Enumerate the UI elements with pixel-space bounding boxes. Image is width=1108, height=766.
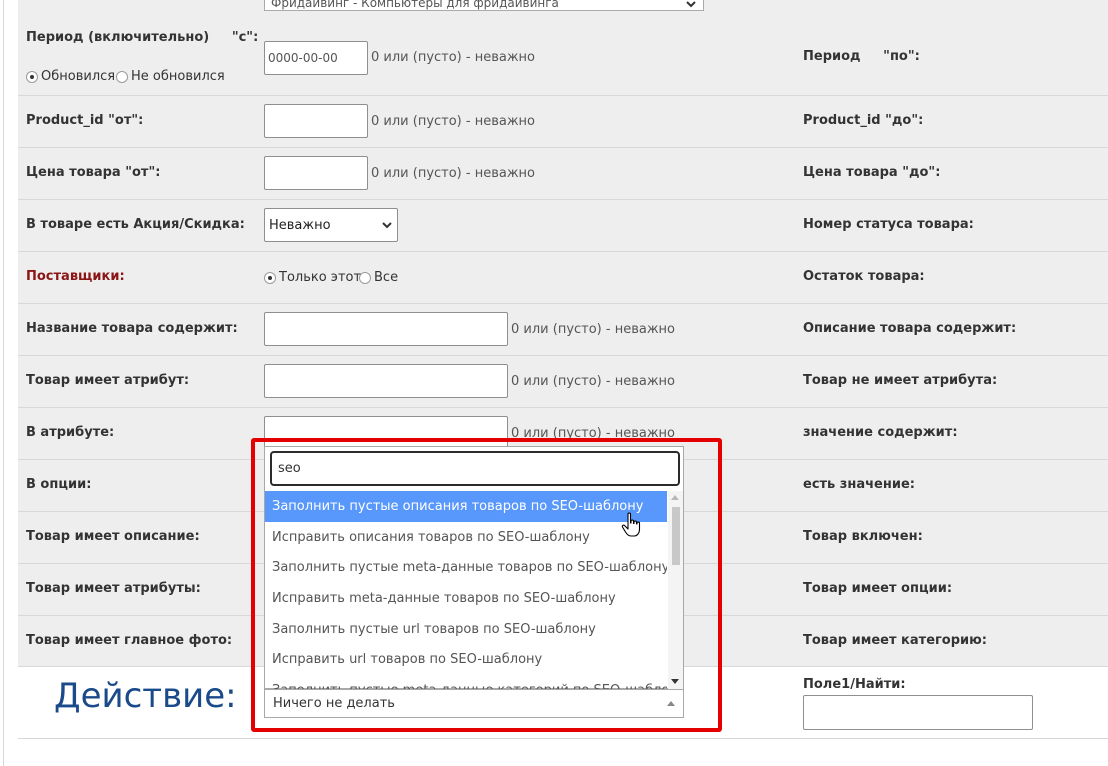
row-divider	[18, 147, 1108, 148]
row-divider	[18, 199, 1108, 200]
highlight-annotation-box	[251, 438, 722, 732]
price-from-input[interactable]	[264, 156, 368, 190]
radio-not-updated[interactable]: Не обновился	[116, 69, 225, 84]
page-left-border	[3, 0, 4, 766]
chevron-down-icon	[686, 1, 696, 8]
has-value-label: есть значение:	[803, 477, 915, 492]
has-main-photo-label: Товар имеет главное фото:	[26, 633, 233, 648]
stock-label: Остаток товара:	[803, 269, 925, 284]
action-title: Действие:	[54, 676, 237, 716]
radio-only-this-label: Только этот	[279, 270, 362, 285]
row-divider	[18, 95, 1108, 96]
period-from-value: 0000-00-00	[268, 51, 338, 65]
radio-all-circle[interactable]	[359, 271, 371, 284]
radio-only-this[interactable]: Только этот	[264, 270, 361, 285]
promo-label: В товаре есть Акция/Скидка:	[26, 217, 245, 232]
product-id-from-input[interactable]	[264, 104, 368, 138]
period-from-hint: 0 или (пусто) - неважно	[371, 50, 535, 65]
suppliers-label: Поставщики:	[26, 269, 125, 284]
radio-only-this-circle[interactable]	[264, 271, 276, 284]
product-enabled-label: Товар включен:	[803, 529, 923, 544]
value-contains-label: значение содержит:	[803, 425, 958, 440]
row-divider	[18, 251, 1108, 252]
description-contains-label: Описание товара содержит:	[803, 321, 1017, 336]
price-to-label: Цена товара "до":	[803, 165, 941, 180]
radio-updated[interactable]: Обновился	[26, 69, 115, 84]
name-contains-input[interactable]	[264, 312, 508, 346]
status-number-label: Номер статуса товара:	[803, 217, 974, 232]
name-contains-hint: 0 или (пусто) - неважно	[511, 322, 675, 337]
category-select-value: Фридайвинг - Компьютеры для фридайвинга	[271, 0, 559, 10]
radio-all-label: Все	[374, 270, 399, 285]
product-id-to-label: Product_id "до":	[803, 113, 924, 128]
radio-not-updated-circle[interactable]	[116, 70, 128, 83]
row-divider	[18, 355, 1108, 356]
in-option-label: В опции:	[26, 477, 92, 492]
row-divider	[18, 407, 1108, 408]
has-attribute-label: Товар имеет атрибут:	[26, 373, 190, 388]
has-attributes-label: Товар имеет атрибуты:	[26, 581, 201, 596]
category-select[interactable]: Фридайвинг - Компьютеры для фридайвинга	[264, 0, 704, 11]
radio-all[interactable]: Все	[359, 270, 398, 285]
product-id-from-label: Product_id "от":	[26, 113, 144, 128]
radio-not-updated-label: Не обновился	[131, 69, 225, 84]
has-description-label: Товар имеет описание:	[26, 529, 200, 544]
field1-input[interactable]	[803, 695, 1033, 730]
name-contains-label: Название товара содержит:	[26, 321, 238, 336]
period-from-label: Период (включительно) "с":	[26, 30, 259, 45]
promo-select-value: Неважно	[269, 217, 331, 233]
promo-select[interactable]: Неважно	[264, 208, 398, 242]
in-attribute-label: В атрибуте:	[26, 425, 115, 440]
bottom-divider	[18, 738, 1108, 739]
radio-updated-circle[interactable]	[26, 70, 38, 83]
period-from-input[interactable]: 0000-00-00	[264, 41, 368, 75]
row-divider	[18, 303, 1108, 304]
field1-label: Поле1/Найти:	[803, 677, 906, 692]
price-hint: 0 или (пусто) - неважно	[371, 166, 535, 181]
price-from-label: Цена товара "от":	[26, 165, 161, 180]
chevron-down-icon	[382, 222, 392, 229]
hand-pointer-icon	[621, 512, 641, 537]
has-attribute-hint: 0 или (пусто) - неважно	[511, 374, 675, 389]
has-attribute-input[interactable]	[264, 364, 508, 398]
not-has-attribute-label: Товар не имеет атрибута:	[803, 373, 998, 388]
period-to-label: Период "по":	[803, 49, 920, 64]
has-options-label: Товар имеет опции:	[803, 581, 953, 596]
radio-updated-label: Обновился	[41, 69, 116, 84]
has-category-label: Товар имеет категорию:	[803, 633, 987, 648]
product-id-hint: 0 или (пусто) - неважно	[371, 114, 535, 129]
